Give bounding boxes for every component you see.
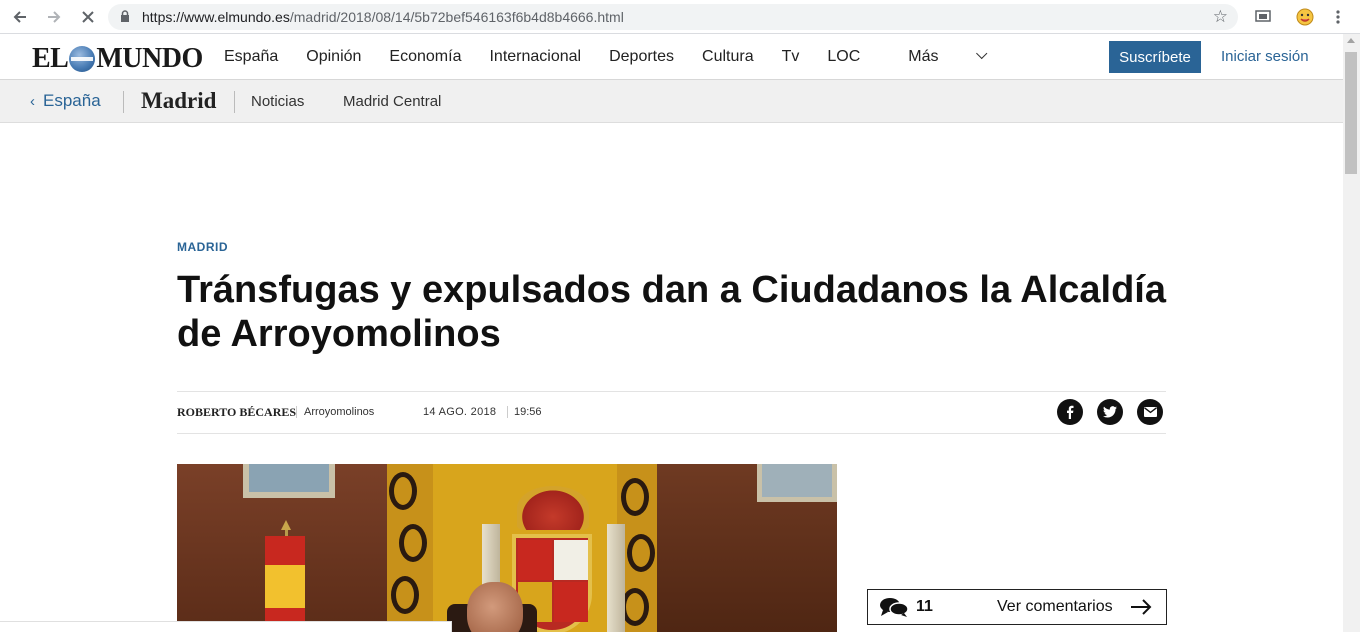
divider [123,91,124,113]
nav-item-opinion[interactable]: Opinión [306,48,361,66]
cast-icon[interactable] [1252,6,1274,28]
coat-quarter [554,582,588,622]
twitter-share-icon[interactable] [1097,399,1123,425]
email-share-icon[interactable] [1137,399,1163,425]
ornament [627,534,655,572]
browser-toolbar: https://www.elmundo.es/madrid/2018/08/14… [0,0,1360,34]
menu-dots-icon[interactable] [1327,6,1349,28]
back-label: España [43,91,101,110]
ornament [391,576,419,614]
flag-pole-tip [281,520,291,530]
chevron-left-icon: ‹ [30,93,35,110]
nav-item-tv[interactable]: Tv [782,48,800,66]
forward-arrow-icon[interactable] [42,5,66,29]
stop-loading-icon[interactable] [76,5,100,29]
article-location: Arroyomolinos [304,406,375,418]
lock-icon [120,10,130,28]
article-headline: Tránsfugas y expulsados dan a Ciudadanos… [177,269,1167,355]
article-photo[interactable] [177,464,837,632]
globe-icon [69,46,96,72]
comments-button[interactable]: 11 Ver comentarios [867,589,1167,625]
ornament [389,472,417,510]
coat-quarter [554,540,588,580]
facebook-share-icon[interactable] [1057,399,1083,425]
url-text: https://www.elmundo.es/madrid/2018/08/14… [142,9,624,25]
login-link[interactable]: Iniciar sesión [1221,48,1309,65]
page-scrollbar[interactable] [1343,34,1360,632]
pillar [607,524,625,632]
nav-item-espana[interactable]: España [224,48,278,66]
article-kicker[interactable]: MADRID [177,240,228,254]
article-date: 14 AGO. 2018 [423,406,497,418]
crown-emblem [517,486,589,530]
author-name[interactable]: ROBERTO BÉCARES [177,405,296,420]
comments-icon [879,597,909,622]
section-bar: ‹ España Madrid Noticias Madrid Central [0,80,1343,123]
ornament [621,588,649,626]
section-link-noticias[interactable]: Noticias [251,93,304,110]
section-link-madrid-central[interactable]: Madrid Central [343,93,441,110]
browser-status-bar [0,621,452,632]
section-title[interactable]: Madrid [141,88,216,114]
picture-frame [757,464,837,502]
subscribe-button[interactable]: Suscríbete [1109,41,1201,73]
back-to-espana-link[interactable]: ‹ España [30,91,101,111]
nav-item-mas[interactable]: Más [908,47,1013,66]
article-time: 19:56 [514,406,542,418]
nav-item-internacional[interactable]: Internacional [489,48,581,66]
divider [296,406,297,418]
scrollbar-thumb[interactable] [1345,52,1357,174]
picture-frame [243,464,335,498]
arrow-right-icon [1130,599,1152,620]
logo-text-left: EL [32,43,69,74]
nav-item-deportes[interactable]: Deportes [609,48,674,66]
main-nav: España Opinión Economía Internacional De… [224,47,1041,66]
coat-quarter [518,540,552,580]
bookmark-star-icon[interactable]: ☆ [1213,7,1228,27]
logo-text-right: MUNDO [96,43,203,74]
person-head [467,582,523,632]
site-header: EL MUNDO España Opinión Economía Interna… [0,34,1343,80]
comments-count: 11 [916,598,933,615]
site-logo[interactable]: EL MUNDO [32,43,203,75]
nav-item-cultura[interactable]: Cultura [702,48,754,66]
ornament [621,478,649,516]
nav-item-loc[interactable]: LOC [827,48,860,66]
spain-flag [265,536,305,632]
scroll-up-arrow-icon[interactable] [1347,38,1355,43]
chevron-down-icon [976,47,988,60]
back-arrow-icon[interactable] [8,5,32,29]
address-bar[interactable]: https://www.elmundo.es/madrid/2018/08/14… [108,4,1238,30]
emoji-extension-icon[interactable] [1294,6,1316,28]
comments-label: Ver comentarios [997,598,1113,615]
divider [234,91,235,113]
ornament [399,524,427,562]
byline-bar: ROBERTO BÉCARES Arroyomolinos 14 AGO. 20… [177,391,1166,434]
divider [507,406,508,418]
nav-item-mas-label: Más [908,48,939,65]
nav-item-economia[interactable]: Economía [389,48,461,66]
